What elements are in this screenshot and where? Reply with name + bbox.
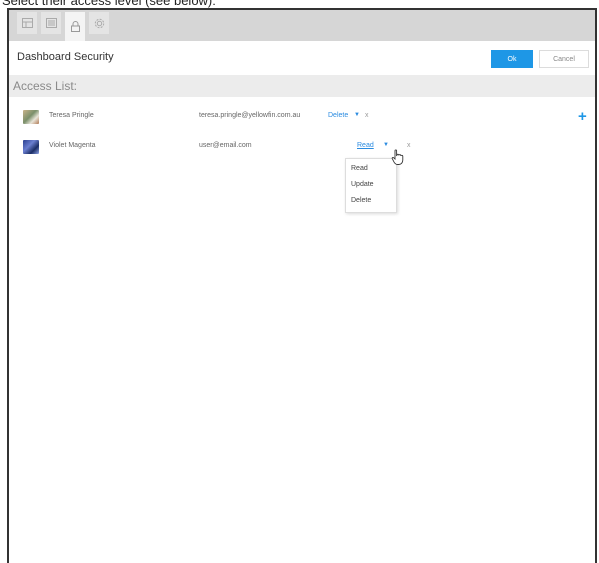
access-row: Teresa Pringle teresa.pringle@yellowfin.… [9, 108, 595, 130]
tab-bar [9, 10, 595, 41]
access-level-select[interactable]: Delete [328, 112, 348, 119]
tab-grid[interactable] [17, 12, 37, 34]
user-name: Teresa Pringle [49, 112, 94, 119]
chevron-down-icon[interactable]: ▼ [354, 112, 360, 118]
dropdown-option-delete[interactable]: Delete [346, 193, 396, 209]
tab-settings[interactable] [89, 12, 109, 34]
ok-button[interactable]: Ok [491, 50, 533, 68]
access-list-heading: Access List: [13, 79, 78, 93]
lock-icon [70, 21, 80, 32]
avatar [23, 110, 39, 124]
dropdown-option-read[interactable]: Read [346, 161, 396, 177]
grid-icon [21, 18, 33, 28]
dashboard-security-dialog: Dashboard Security Ok Cancel Access List… [7, 8, 597, 563]
access-level-select[interactable]: Read [357, 142, 374, 149]
dropdown-option-update[interactable]: Update [346, 177, 396, 193]
user-email: teresa.pringle@yellowfin.com.au [199, 112, 301, 119]
tab-list[interactable] [41, 12, 61, 34]
access-level-dropdown: Read Update Delete [345, 158, 397, 213]
dialog-title: Dashboard Security [17, 51, 114, 63]
list-icon [45, 18, 57, 28]
access-list-header: Access List: [9, 75, 595, 97]
hand-cursor-icon [391, 149, 404, 165]
chevron-down-icon[interactable]: ▼ [383, 142, 389, 148]
dialog-header: Dashboard Security Ok Cancel [9, 47, 595, 71]
tab-security[interactable] [65, 12, 85, 41]
user-name: Violet Magenta [49, 142, 96, 149]
remove-user-button[interactable]: x [407, 142, 411, 149]
caption-text: Select their access level (see below): [2, 0, 216, 8]
remove-user-button[interactable]: x [365, 112, 369, 119]
gear-icon [94, 18, 104, 28]
avatar [23, 140, 39, 154]
user-email: user@email.com [199, 142, 252, 149]
access-row: Violet Magenta user@email.com Read ▼ x [9, 138, 595, 160]
cancel-button[interactable]: Cancel [539, 50, 589, 68]
